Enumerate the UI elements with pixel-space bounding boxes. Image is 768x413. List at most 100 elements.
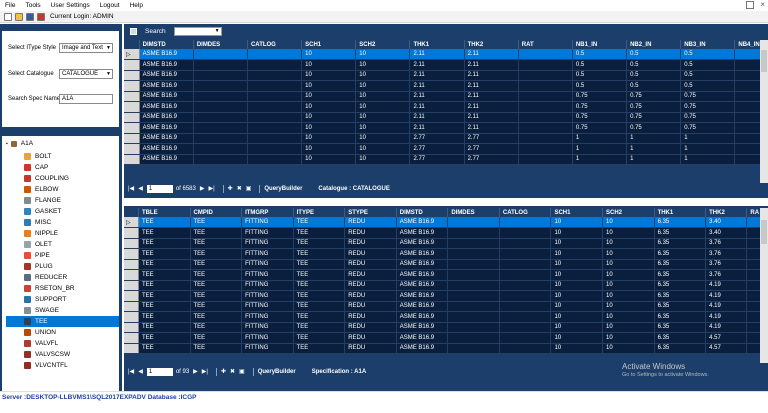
table-cell[interactable]: 10 (301, 70, 357, 81)
table-cell[interactable] (499, 280, 552, 291)
table-cell[interactable]: 4.19 (705, 290, 748, 302)
menu-file[interactable]: File (5, 2, 15, 9)
table-cell[interactable]: 2.11 (409, 49, 465, 60)
row-selector[interactable] (124, 311, 139, 323)
table-cell[interactable] (193, 91, 248, 102)
table-cell[interactable]: 0.75 (626, 101, 682, 113)
table-cell[interactable]: TEE (138, 217, 191, 228)
first-page-icon[interactable]: |◀ (128, 368, 134, 375)
table-cell[interactable]: TEE (293, 301, 346, 312)
prev-page-icon[interactable]: ◀ (138, 185, 143, 192)
table-cell[interactable] (518, 154, 573, 165)
table-cell[interactable]: 10 (355, 133, 411, 144)
table-cell[interactable] (518, 70, 573, 81)
table-cell[interactable]: 6.35 (654, 227, 707, 239)
table-cell[interactable]: 2.11 (409, 80, 465, 92)
table-cell[interactable]: REDU (344, 290, 397, 302)
table-cell[interactable]: 10 (355, 143, 411, 155)
column-header-sch2[interactable]: SCH2 (602, 208, 655, 217)
table-cell[interactable]: FITTING (241, 290, 294, 302)
table-cell[interactable] (518, 59, 573, 71)
catalogue-select[interactable]: CATALOGUE ▼ (59, 69, 113, 79)
table-cell[interactable]: TEE (138, 248, 191, 260)
column-header-thk2[interactable]: THK2 (705, 208, 748, 217)
table-cell[interactable]: FITTING (241, 332, 294, 344)
table-cell[interactable]: TEE (190, 217, 243, 228)
table-cell[interactable]: FITTING (241, 238, 294, 249)
table-cell[interactable]: TEE (138, 259, 191, 270)
table-cell[interactable]: 10 (550, 227, 603, 239)
table-row[interactable]: TEE TEE FITTING TEE REDU ASME B16.9 10 10 6.35 4.… (124, 343, 768, 354)
table-cell[interactable]: 0.5 (572, 49, 628, 60)
table-cell[interactable]: TEE (190, 248, 243, 260)
table-cell[interactable]: 0.75 (626, 91, 682, 102)
table-cell[interactable]: 10 (550, 290, 603, 302)
table-cell[interactable] (247, 112, 303, 123)
table-cell[interactable]: 10 (355, 112, 411, 123)
column-header-sch2[interactable]: SCH2 (355, 40, 411, 49)
table-cell[interactable]: 0.5 (680, 70, 736, 81)
table-cell[interactable]: 10 (550, 238, 603, 249)
tree-item-swage[interactable]: SWAGE (6, 305, 119, 316)
column-header-nb3_in[interactable]: NB3_IN (680, 40, 736, 49)
table-cell[interactable]: 10 (301, 122, 357, 134)
table-cell[interactable]: ASME B16.9 (396, 290, 449, 302)
table-cell[interactable] (247, 122, 303, 134)
table-cell[interactable]: TEE (138, 322, 191, 333)
table-cell[interactable]: 6.35 (654, 311, 707, 323)
table-cell[interactable]: 4.19 (705, 280, 748, 291)
delete-icon[interactable] (37, 12, 45, 21)
table-cell[interactable] (518, 143, 573, 155)
page-position-input[interactable]: 1 (146, 367, 173, 376)
table-cell[interactable] (518, 101, 573, 113)
table-cell[interactable] (247, 70, 303, 81)
table-cell[interactable]: TEE (190, 311, 243, 323)
table-cell[interactable]: TEE (190, 322, 243, 333)
table-cell[interactable]: FITTING (241, 301, 294, 312)
table-row[interactable]: ASME B16.9 10 10 2.11 2.11 0.5 0.5 0.5 (124, 80, 768, 92)
row-selector[interactable] (124, 70, 140, 81)
spec-search-input[interactable]: A1A (59, 94, 113, 104)
row-selector[interactable] (124, 343, 139, 354)
table-cell[interactable]: TEE (190, 269, 243, 281)
table-cell[interactable]: 0.5 (680, 80, 736, 92)
menu-tools[interactable]: Tools (25, 2, 40, 9)
window-close-icon[interactable]: × (760, 1, 765, 9)
table-cell[interactable] (499, 332, 552, 344)
column-header-sch1[interactable]: SCH1 (301, 40, 357, 49)
table-cell[interactable] (447, 290, 500, 302)
column-header-thk2[interactable]: THK2 (464, 40, 519, 49)
tree-item-bolt[interactable]: BOLT (6, 151, 119, 162)
table-cell[interactable]: 2.11 (409, 112, 465, 123)
table-cell[interactable]: TEE (293, 269, 346, 281)
table-cell[interactable]: ASME B16.9 (396, 343, 449, 354)
table-row[interactable]: TEE TEE FITTING TEE REDU ASME B16.9 10 10 6.35 3.… (124, 269, 768, 281)
table-row[interactable]: ASME B16.9 10 10 2.11 2.11 0.75 0.75 0.75 (124, 122, 768, 134)
table-cell[interactable] (193, 49, 248, 60)
table-cell[interactable]: 0.5 (626, 49, 682, 60)
table-row[interactable]: ASME B16.9 10 10 2.11 2.11 0.5 0.5 0.5 (124, 59, 768, 71)
table-row[interactable]: ASME B16.9 10 10 2.11 2.11 0.75 0.75 0.75 (124, 101, 768, 113)
table-row[interactable]: ASME B16.9 10 10 2.11 2.11 0.5 0.5 0.5 (124, 70, 768, 81)
table-cell[interactable]: 10 (550, 322, 603, 333)
row-selector[interactable] (124, 301, 139, 312)
table-cell[interactable]: 2.11 (409, 59, 465, 71)
table-cell[interactable]: 10 (602, 311, 655, 323)
table-cell[interactable]: 4.19 (705, 311, 748, 323)
table-cell[interactable] (518, 133, 573, 144)
table-cell[interactable]: 10 (602, 269, 655, 281)
table-cell[interactable]: ASME B16.9 (139, 91, 194, 102)
menu-logout[interactable]: Logout (100, 2, 120, 9)
table-cell[interactable]: 10 (602, 290, 655, 302)
table-cell[interactable]: 6.35 (654, 259, 707, 270)
scroll-thumb[interactable] (761, 220, 767, 244)
table-cell[interactable]: 0.5 (680, 59, 736, 71)
delete-row-icon[interactable]: ✖ (230, 368, 235, 375)
tree-item-valvscsw[interactable]: VALVSCSW (6, 349, 119, 360)
table-row[interactable]: ASME B16.9 10 10 2.77 2.77 1 1 1 (124, 143, 768, 155)
table-row[interactable]: TEE TEE FITTING TEE REDU ASME B16.9 10 10 6.35 4.… (124, 322, 768, 333)
table-cell[interactable]: REDU (344, 311, 397, 323)
table-cell[interactable] (247, 143, 303, 155)
table-cell[interactable] (247, 133, 303, 144)
table-cell[interactable]: 10 (550, 217, 603, 228)
